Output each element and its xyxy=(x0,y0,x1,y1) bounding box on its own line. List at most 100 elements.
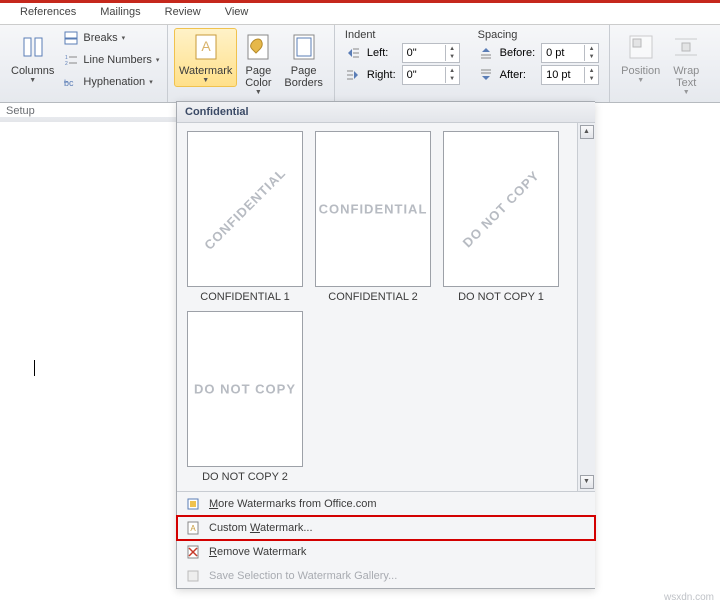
tab-references[interactable]: References xyxy=(8,3,88,24)
spin-up[interactable]: ▲ xyxy=(585,67,598,75)
watermark-preview-text: DO NOT COPY xyxy=(194,382,296,397)
watermark-thumb-label: DO NOT COPY 2 xyxy=(202,471,288,483)
position-label: Position xyxy=(621,65,660,77)
menu-label: Save Selection to Watermark Gallery... xyxy=(209,570,397,582)
svg-text:2: 2 xyxy=(65,61,68,67)
chevron-down-icon: ▼ xyxy=(683,89,690,96)
source-watermark: wsxdn.com xyxy=(664,592,714,603)
chevron-down-icon: ▼ xyxy=(29,77,36,84)
wrap-text-label: Wrap Text xyxy=(673,65,699,89)
indent-right-icon xyxy=(345,67,361,83)
spacing-after-icon xyxy=(478,67,494,83)
page-color-button[interactable]: Page Color ▼ xyxy=(237,28,279,99)
group-page-background: A Watermark ▼ Page Color ▼ Page Borders xyxy=(168,25,335,102)
watermark-preview-text: CONFIDENTIAL xyxy=(201,165,289,253)
ribbon-tabs: References Mailings Review View xyxy=(0,3,720,25)
watermark-dropdown-panel: Confidential CONFIDENTIAL CONFIDENTIAL 1… xyxy=(176,101,595,589)
spin-up[interactable]: ▲ xyxy=(446,45,459,53)
remove-watermark-icon xyxy=(185,544,201,560)
indent-left-label: Left: xyxy=(367,47,396,59)
watermark-thumb-do-not-copy-2[interactable]: DO NOT COPY xyxy=(187,311,303,467)
text-cursor xyxy=(34,360,35,376)
group-arrange: Position ▼ Wrap Text ▼ xyxy=(610,25,713,102)
columns-label: Columns xyxy=(11,65,54,77)
wrap-text-icon xyxy=(670,31,702,63)
tab-view[interactable]: View xyxy=(213,3,261,24)
scroll-up-button[interactable]: ▲ xyxy=(580,125,594,139)
menu-save-selection: Save Selection to Watermark Gallery... xyxy=(177,564,595,588)
chevron-down-icon: ▼ xyxy=(255,89,262,96)
watermark-label: Watermark xyxy=(179,65,232,77)
gallery-section-header: Confidential xyxy=(177,102,595,123)
watermark-thumb-confidential-1[interactable]: CONFIDENTIAL xyxy=(187,131,303,287)
gallery-scrollbar[interactable]: ▲ ▼ xyxy=(577,123,595,491)
spin-up[interactable]: ▲ xyxy=(446,67,459,75)
document-canvas[interactable] xyxy=(0,122,176,607)
chevron-down-icon: ▼ xyxy=(202,77,209,84)
menu-remove-watermark[interactable]: Remove WatermarkRemove Watermark xyxy=(177,540,595,564)
svg-text:A: A xyxy=(190,524,196,533)
columns-icon xyxy=(17,31,49,63)
spacing-after-input[interactable] xyxy=(542,68,584,82)
menu-custom-watermark[interactable]: A Custom Watermark...Custom Watermark... xyxy=(177,516,595,540)
watermark-thumb-do-not-copy-1[interactable]: DO NOT COPY xyxy=(443,131,559,287)
group-paragraph: Indent Left: ▲▼ Right: ▲▼ Spacing Before… xyxy=(335,25,610,102)
page-color-label: Page Color xyxy=(245,65,271,89)
position-icon xyxy=(625,31,657,63)
menu-more-watermarks[interactable]: MMore Watermarks from Office.comore Wate… xyxy=(177,492,595,516)
wrap-text-button[interactable]: Wrap Text ▼ xyxy=(665,28,707,99)
chevron-down-icon: ▾ xyxy=(156,56,160,64)
chevron-down-icon: ▾ xyxy=(122,34,126,42)
spacing-before-field[interactable]: ▲▼ xyxy=(541,43,599,63)
menu-label: MMore Watermarks from Office.comore Wate… xyxy=(209,498,376,510)
watermark-icon: A xyxy=(190,31,222,63)
watermark-thumb-label: DO NOT COPY 1 xyxy=(458,291,544,303)
indent-left-input[interactable] xyxy=(403,46,445,60)
chevron-down-icon: ▼ xyxy=(637,77,644,84)
menu-label: Custom Watermark...Custom Watermark... xyxy=(209,522,313,534)
hyphenation-button[interactable]: bc Hyphenation ▾ xyxy=(63,72,159,92)
office-icon xyxy=(185,496,201,512)
menu-label: Remove WatermarkRemove Watermark xyxy=(209,546,306,558)
spin-down[interactable]: ▼ xyxy=(446,53,459,61)
indent-right-label: Right: xyxy=(367,69,396,81)
spin-down[interactable]: ▼ xyxy=(585,75,598,83)
svg-text:bc: bc xyxy=(64,78,74,88)
spacing-after-label: After: xyxy=(500,69,535,81)
line-numbers-button[interactable]: 12 Line Numbers ▾ xyxy=(63,50,159,70)
indent-left-field[interactable]: ▲▼ xyxy=(402,43,460,63)
watermark-gallery: CONFIDENTIAL CONFIDENTIAL 1 CONFIDENTIAL… xyxy=(177,123,577,491)
indent-header: Indent xyxy=(345,29,460,41)
ribbon: Columns ▼ Breaks ▾ 12 Line Numbers ▾ bc … xyxy=(0,25,720,103)
spin-up[interactable]: ▲ xyxy=(585,45,598,53)
spin-down[interactable]: ▼ xyxy=(446,75,459,83)
spacing-before-input[interactable] xyxy=(542,46,584,60)
tab-review[interactable]: Review xyxy=(153,3,213,24)
spin-down[interactable]: ▼ xyxy=(585,53,598,61)
indent-right-input[interactable] xyxy=(403,68,445,82)
indent-left-icon xyxy=(345,45,361,61)
breaks-button[interactable]: Breaks ▾ xyxy=(63,28,159,48)
tab-mailings[interactable]: Mailings xyxy=(88,3,152,24)
watermark-thumb-label: CONFIDENTIAL 1 xyxy=(200,291,289,303)
page-borders-icon xyxy=(288,31,320,63)
group-page-setup: Columns ▼ Breaks ▾ 12 Line Numbers ▾ bc … xyxy=(0,25,168,102)
chevron-down-icon: ▾ xyxy=(149,78,153,86)
watermark-button[interactable]: A Watermark ▼ xyxy=(174,28,237,87)
breaks-icon xyxy=(63,30,79,46)
spacing-after-field[interactable]: ▲▼ xyxy=(541,65,599,85)
svg-text:A: A xyxy=(201,38,211,54)
watermark-thumb-confidential-2[interactable]: CONFIDENTIAL xyxy=(315,131,431,287)
line-numbers-label: Line Numbers xyxy=(83,54,151,66)
spacing-header: Spacing xyxy=(478,29,599,41)
page-borders-button[interactable]: Page Borders xyxy=(279,28,328,92)
scroll-down-button[interactable]: ▼ xyxy=(580,475,594,489)
spacing-before-label: Before: xyxy=(500,47,535,59)
watermark-thumb-label: CONFIDENTIAL 2 xyxy=(328,291,417,303)
watermark-menu: MMore Watermarks from Office.comore Wate… xyxy=(177,491,595,588)
indent-right-field[interactable]: ▲▼ xyxy=(402,65,460,85)
columns-button[interactable]: Columns ▼ xyxy=(6,28,59,87)
position-button[interactable]: Position ▼ xyxy=(616,28,665,87)
hyphenation-icon: bc xyxy=(63,74,79,90)
hyphenation-label: Hyphenation xyxy=(83,76,145,88)
